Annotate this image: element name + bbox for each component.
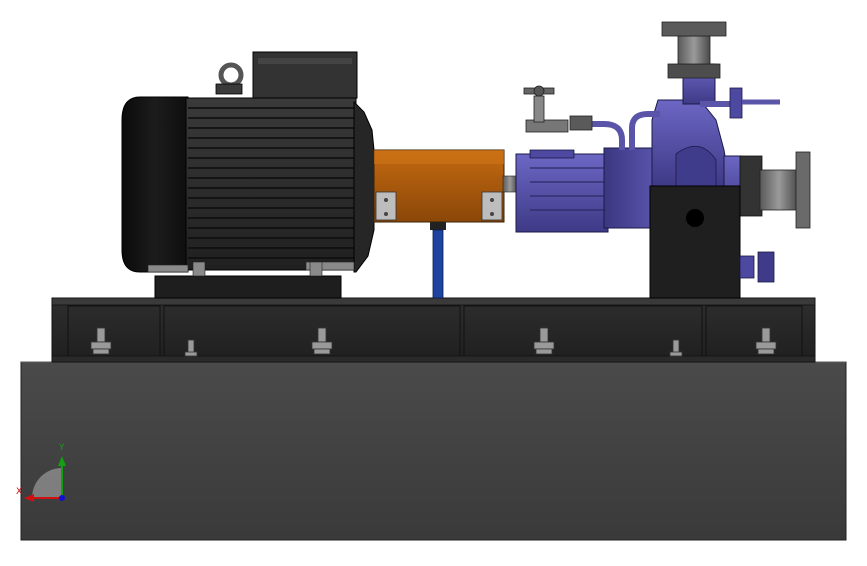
triad-y-label: Y: [59, 443, 65, 453]
flush-piping: [569, 111, 660, 150]
lifting-eye: [218, 62, 244, 88]
coupling-guard[interactable]: [373, 149, 505, 223]
base-frame[interactable]: [51, 297, 816, 363]
triad-x-label: X: [16, 487, 23, 497]
model-canvas[interactable]: [0, 0, 867, 562]
pump-shaft: [502, 175, 518, 193]
isolation-valve[interactable]: [523, 85, 569, 133]
pump-assembly[interactable]: [515, 21, 811, 299]
foundation-block[interactable]: [20, 361, 847, 541]
cad-viewport[interactable]: X Y: [0, 0, 867, 562]
electric-motor[interactable]: [121, 51, 375, 299]
guard-support: [430, 222, 446, 299]
